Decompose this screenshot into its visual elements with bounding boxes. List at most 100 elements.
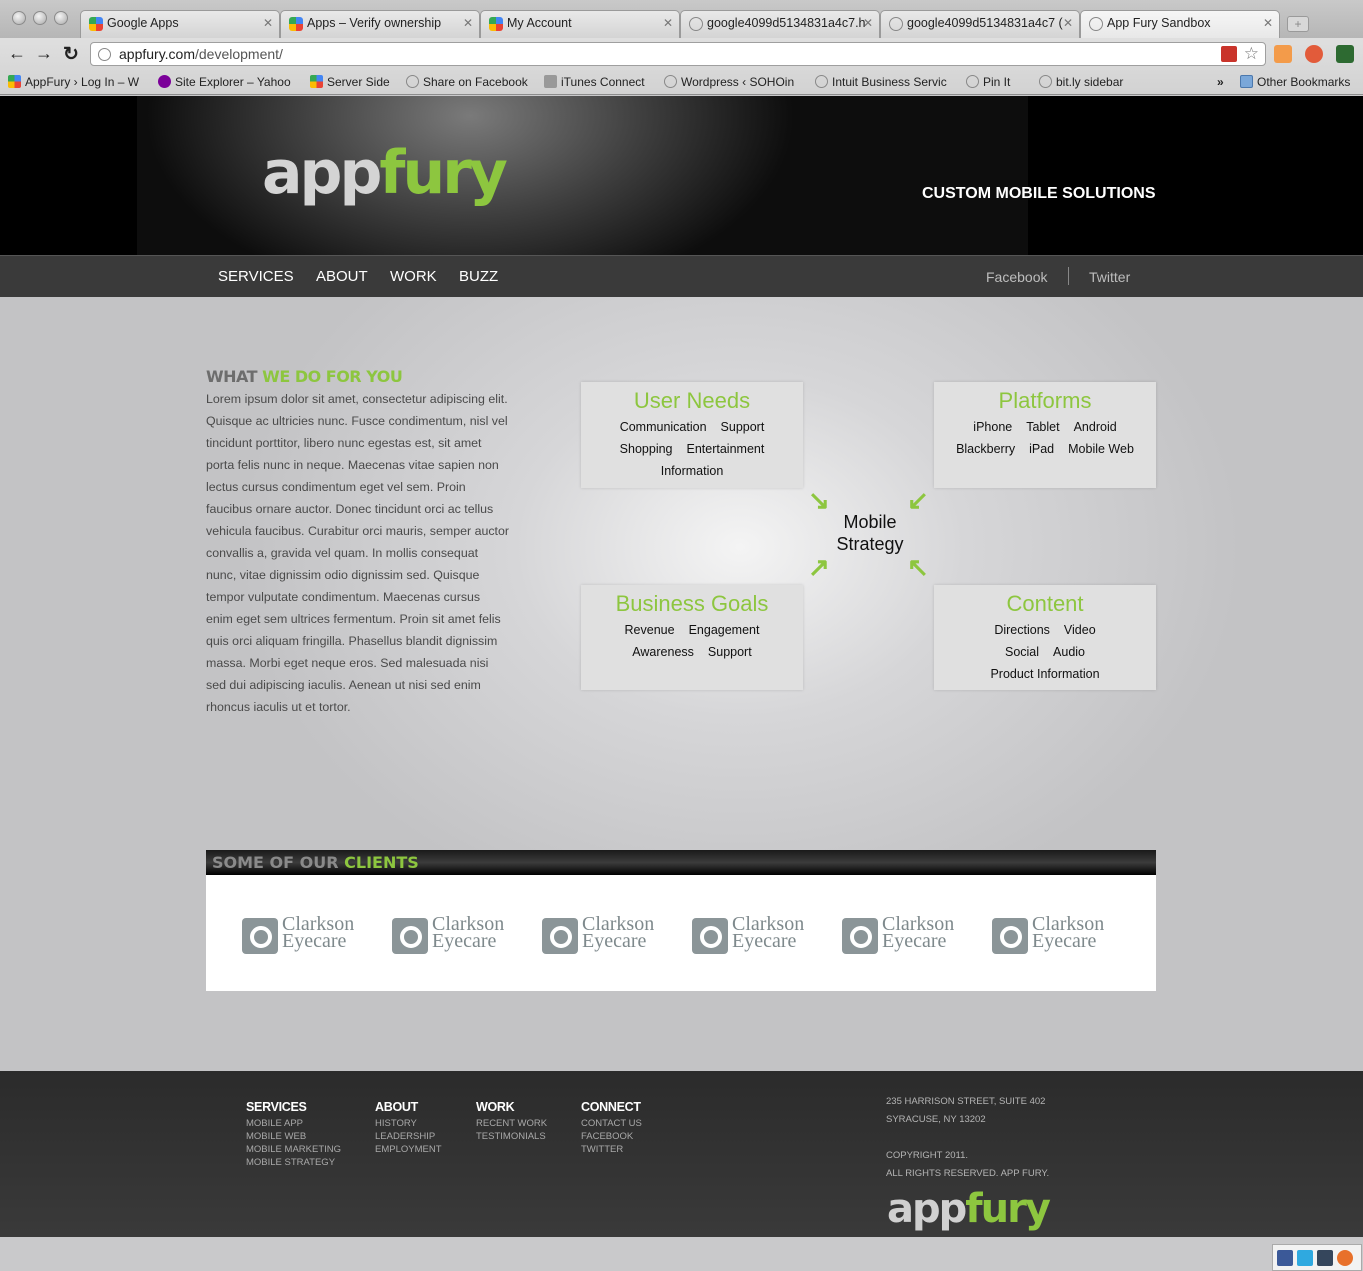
back-arrow-icon[interactable]: ← bbox=[8, 43, 26, 64]
item: iPad bbox=[1029, 442, 1055, 456]
close-window-button[interactable] bbox=[12, 11, 26, 25]
tab-apps-verify[interactable]: Apps – Verify ownership ✕ bbox=[280, 10, 480, 38]
client-logo-clarkson[interactable]: Clarkson Eyecare bbox=[692, 914, 810, 954]
twitter-icon[interactable] bbox=[1297, 1250, 1313, 1266]
client-logo-clarkson[interactable]: Clarkson Eyecare bbox=[542, 914, 660, 954]
tab-google-verify-1[interactable]: google4099d5134831a4c7.h ✕ bbox=[680, 10, 880, 38]
footer-heading[interactable]: CONNECT bbox=[581, 1100, 642, 1114]
site-footer: SERVICES MOBILE APP MOBILE WEB MOBILE MA… bbox=[0, 1071, 1363, 1237]
main-content: WHAT WE DO FOR YOU Lorem ipsum dolor sit… bbox=[0, 297, 1363, 1072]
addthis-extension-icon[interactable] bbox=[1274, 45, 1292, 63]
address-bar[interactable]: appfury.com/development/ ☆ bbox=[90, 42, 1266, 66]
platforms-items: iPhone Tablet Android Blackberry iPad Mobile… bbox=[934, 414, 1156, 460]
footer-heading[interactable]: SERVICES bbox=[246, 1100, 341, 1114]
apple-icon bbox=[544, 75, 557, 88]
share-icon[interactable] bbox=[1337, 1250, 1353, 1266]
client-logo-clarkson[interactable]: Clarkson Eyecare bbox=[242, 914, 360, 954]
forward-arrow-icon[interactable]: → bbox=[35, 43, 53, 64]
client-logo-clarkson[interactable]: Clarkson Eyecare bbox=[842, 914, 960, 954]
footer-link[interactable]: HISTORY bbox=[375, 1117, 442, 1130]
tab-app-fury-sandbox[interactable]: App Fury Sandbox ✕ bbox=[1080, 10, 1280, 38]
tab-my-account[interactable]: My Account ✕ bbox=[480, 10, 680, 38]
item: Video bbox=[1063, 623, 1096, 637]
close-tab-icon[interactable]: ✕ bbox=[463, 16, 473, 30]
close-tab-icon[interactable]: ✕ bbox=[863, 16, 873, 30]
bookmark-site-explorer[interactable]: Site Explorer – Yahoo bbox=[158, 75, 291, 89]
bookmark-server-side[interactable]: Server Side bbox=[310, 75, 390, 89]
minimize-window-button[interactable] bbox=[33, 11, 47, 25]
footer-link[interactable]: CONTACT US bbox=[581, 1117, 642, 1130]
bookmarks-overflow-chevron[interactable]: » bbox=[1217, 75, 1224, 89]
what-we-do-heading: WHAT WE DO FOR YOU bbox=[206, 367, 403, 386]
footer-work: WORK RECENT WORK TESTIMONIALS bbox=[476, 1100, 547, 1143]
twitter-link[interactable]: Twitter bbox=[1089, 269, 1130, 285]
eye-icon bbox=[692, 918, 728, 954]
share-extension-icon[interactable] bbox=[1305, 45, 1323, 63]
tab-label: google4099d5134831a4c7.h bbox=[707, 16, 866, 30]
address-line: SYRACUSE, NY 13202 bbox=[886, 1114, 986, 1125]
user-needs-box: User Needs Communication Support Shopping… bbox=[581, 382, 803, 488]
logo-part-fury: fury bbox=[379, 138, 508, 208]
user-needs-items: Communication Support Shopping Entertainme… bbox=[581, 414, 803, 482]
client-logo-clarkson[interactable]: Clarkson Eyecare bbox=[992, 914, 1110, 954]
bookmark-itunes-connect[interactable]: iTunes Connect bbox=[544, 75, 645, 89]
tab-google-apps[interactable]: Google Apps ✕ bbox=[80, 10, 280, 38]
bookmark-bitly[interactable]: bit.ly sidebar bbox=[1039, 75, 1123, 89]
bookmark-share-facebook[interactable]: Share on Facebook bbox=[406, 75, 528, 89]
footer-link[interactable]: EMPLOYMENT bbox=[375, 1143, 442, 1156]
item: Social bbox=[1004, 645, 1040, 659]
nav-about[interactable]: ABOUT bbox=[316, 268, 368, 285]
zoom-window-button[interactable] bbox=[54, 11, 68, 25]
adblock-extension-icon[interactable] bbox=[1221, 46, 1237, 62]
bookmark-wordpress[interactable]: Wordpress ‹ SOHOin bbox=[664, 75, 794, 89]
bookmark-appfury-login[interactable]: AppFury › Log In – W bbox=[8, 75, 139, 89]
globe-icon bbox=[98, 48, 111, 61]
bookmark-pin-it[interactable]: Pin It bbox=[966, 75, 1010, 89]
business-goals-items: Revenue Engagement Awareness Support bbox=[581, 617, 803, 663]
content-title: Content bbox=[1006, 591, 1084, 616]
eye-icon bbox=[542, 918, 578, 954]
close-tab-icon[interactable]: ✕ bbox=[1063, 16, 1073, 30]
google-icon bbox=[289, 17, 303, 31]
client-logo-clarkson[interactable]: Clarkson Eyecare bbox=[392, 914, 510, 954]
item: Audio bbox=[1053, 645, 1086, 659]
tumblr-icon[interactable] bbox=[1317, 1250, 1333, 1266]
reload-icon[interactable]: ↻ bbox=[63, 43, 79, 66]
client-name-line: Eyecare bbox=[582, 930, 647, 952]
bookmark-intuit[interactable]: Intuit Business Servic bbox=[815, 75, 947, 89]
close-tab-icon[interactable]: ✕ bbox=[1263, 16, 1273, 30]
google-icon bbox=[8, 75, 21, 88]
footer-connect: CONNECT CONTACT US FACEBOOK TWITTER bbox=[581, 1100, 642, 1156]
footer-link[interactable]: TESTIMONIALS bbox=[476, 1130, 547, 1143]
facebook-icon[interactable] bbox=[1277, 1250, 1293, 1266]
eye-icon bbox=[842, 918, 878, 954]
other-bookmarks-folder[interactable]: Other Bookmarks bbox=[1240, 75, 1350, 89]
new-tab-button[interactable]: + bbox=[1287, 16, 1309, 32]
footer-link[interactable]: MOBILE APP bbox=[246, 1117, 341, 1130]
appfury-logo[interactable]: appfury bbox=[262, 138, 508, 208]
bookmark-star-icon[interactable]: ☆ bbox=[1244, 44, 1259, 64]
nav-buzz[interactable]: BUZZ bbox=[459, 268, 498, 285]
footer-heading[interactable]: WORK bbox=[476, 1100, 547, 1114]
footer-link[interactable]: MOBILE STRATEGY bbox=[246, 1156, 341, 1169]
facebook-link[interactable]: Facebook bbox=[986, 269, 1047, 285]
url-host: appfury.com bbox=[119, 46, 195, 62]
close-tab-icon[interactable]: ✕ bbox=[663, 16, 673, 30]
bookmark-label: Intuit Business Servic bbox=[832, 75, 947, 89]
footer-link[interactable]: FACEBOOK bbox=[581, 1130, 642, 1143]
footer-link[interactable]: MOBILE MARKETING bbox=[246, 1143, 341, 1156]
tab-google-verify-2[interactable]: google4099d5134831a4c7 ( ✕ bbox=[880, 10, 1080, 38]
footer-link[interactable]: RECENT WORK bbox=[476, 1117, 547, 1130]
footer-heading[interactable]: ABOUT bbox=[375, 1100, 442, 1114]
eye-icon bbox=[992, 918, 1028, 954]
footer-link[interactable]: MOBILE WEB bbox=[246, 1130, 341, 1143]
footer-appfury-logo[interactable]: appfury bbox=[887, 1186, 1051, 1232]
center-line-2: Strategy bbox=[836, 534, 904, 554]
close-tab-icon[interactable]: ✕ bbox=[263, 16, 273, 30]
footer-link[interactable]: TWITTER bbox=[581, 1143, 642, 1156]
nav-work[interactable]: WORK bbox=[390, 268, 437, 285]
nav-services[interactable]: SERVICES bbox=[218, 268, 294, 285]
what-we-do-body: Lorem ipsum dolor sit amet, consectetur … bbox=[206, 392, 510, 714]
wrench-menu-icon[interactable] bbox=[1336, 45, 1354, 63]
footer-link[interactable]: LEADERSHIP bbox=[375, 1130, 442, 1143]
